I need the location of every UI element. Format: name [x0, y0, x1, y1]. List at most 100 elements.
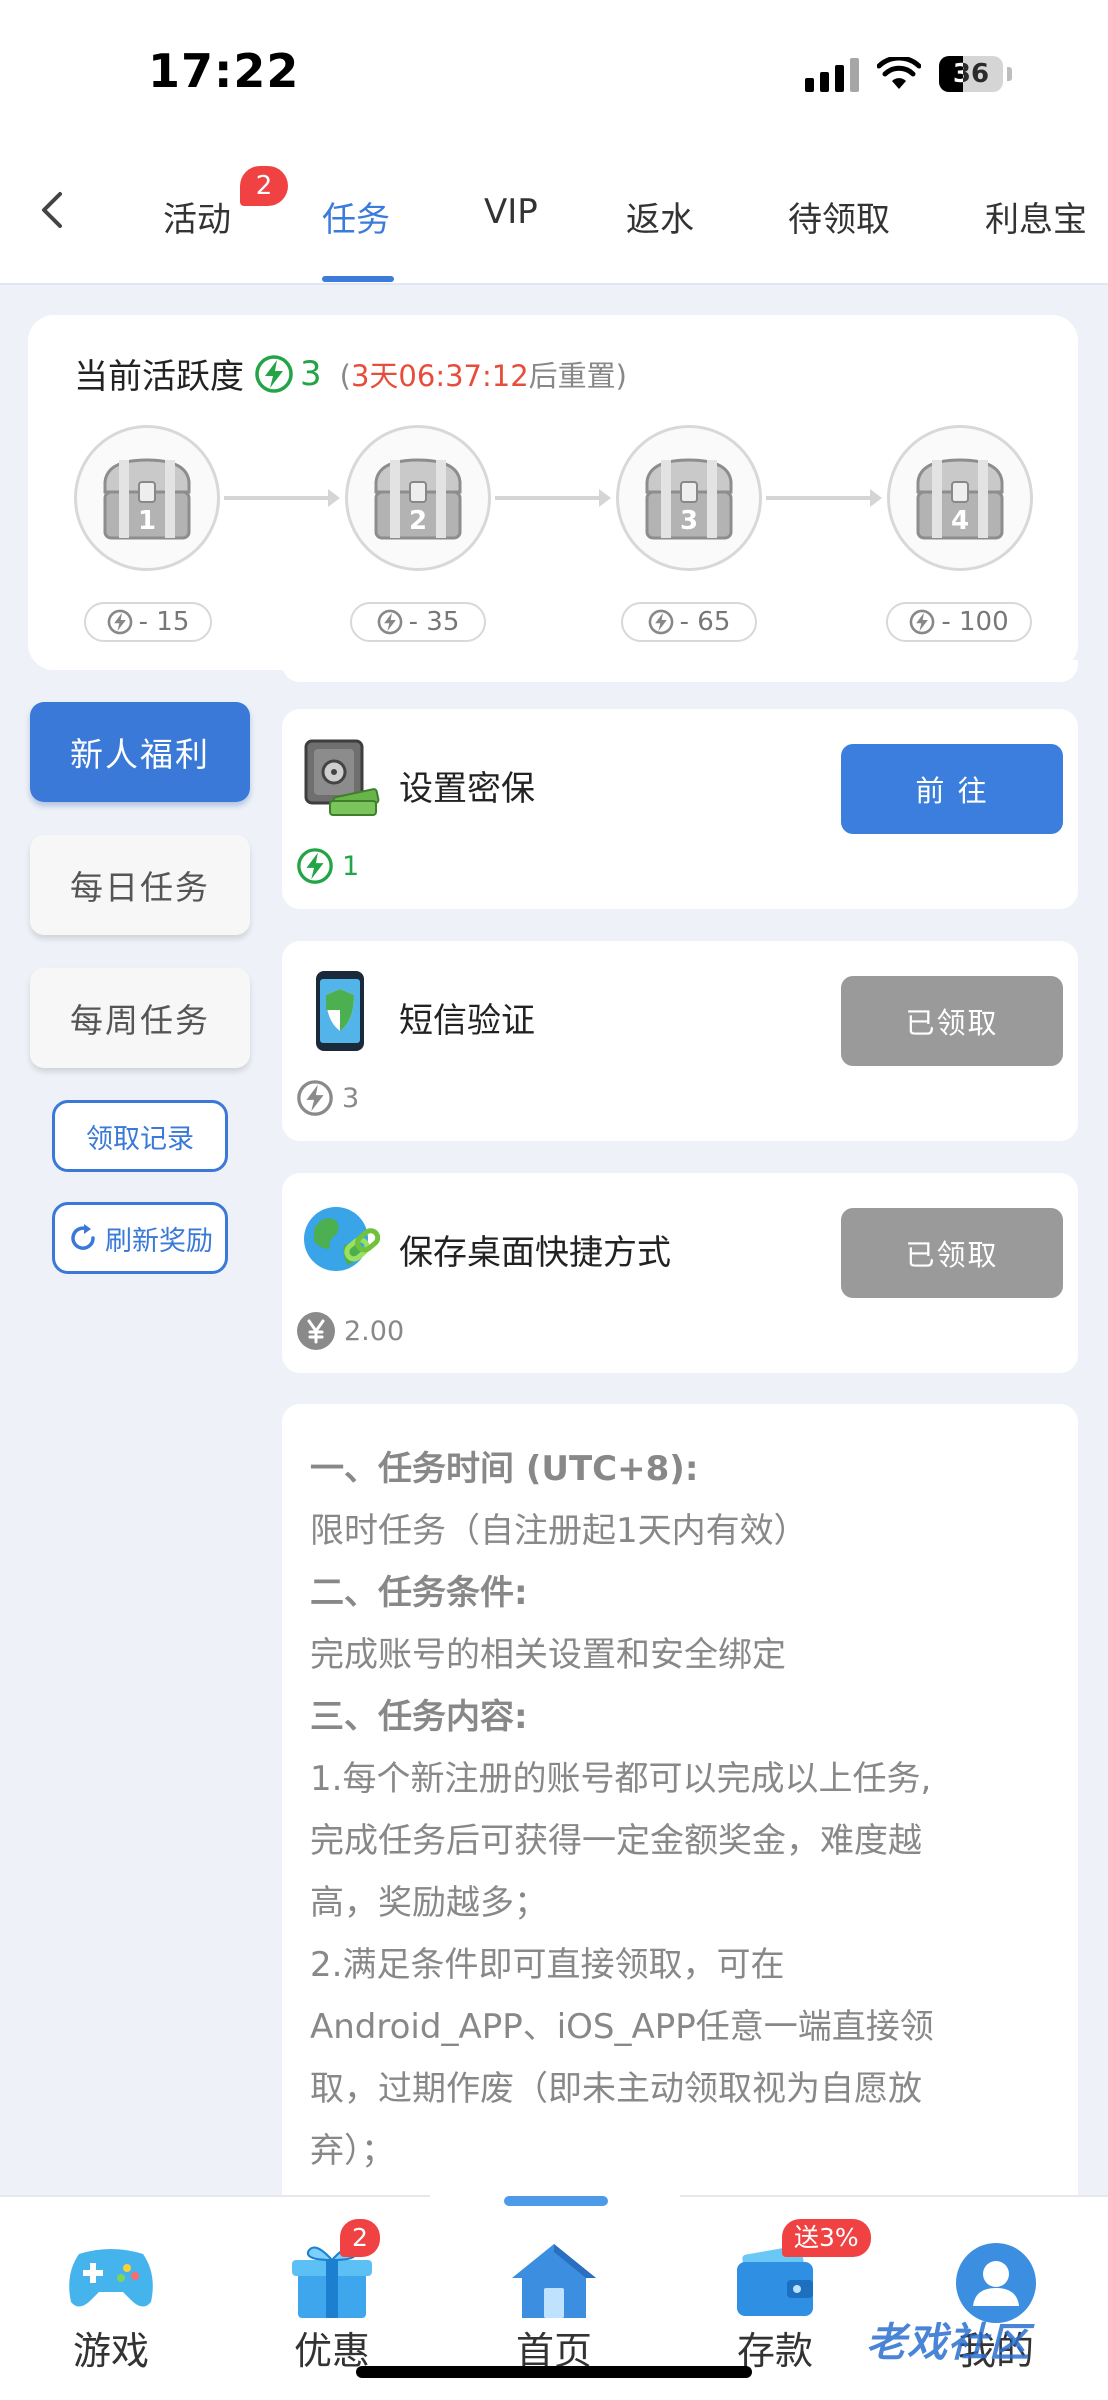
- watermark-logo: 老戏社区: [866, 2320, 1030, 2366]
- task-card-sms: 短信验证 已领取 3: [282, 941, 1078, 1141]
- bolt-icon: [910, 609, 935, 635]
- chest-2[interactable]: 2: [345, 425, 491, 571]
- menu-weekly-tasks[interactable]: 每周任务: [30, 968, 250, 1068]
- rules-heading: 一、任务时间 (UTC+8):: [310, 1449, 699, 1489]
- activity-reset: (3天06:37:12后重置): [340, 353, 627, 395]
- rules-line: Android_APP、iOS_APP任意一端直接领: [310, 2007, 934, 2047]
- task-reward: 2.00: [296, 1311, 404, 1351]
- chest-1[interactable]: 1: [74, 425, 220, 571]
- menu-daily-tasks[interactable]: 每日任务: [30, 835, 250, 935]
- rules-line: 2.满足条件即可直接领取，可在: [310, 1945, 785, 1985]
- refresh-label: 刷新奖励: [105, 1225, 213, 1257]
- battery-level: 36: [952, 59, 990, 89]
- progress-arrow: [766, 489, 882, 507]
- chest-number: 4: [950, 506, 970, 536]
- reset-countdown: 3天06:37:12: [350, 358, 529, 393]
- nav-home[interactable]: [484, 2240, 624, 2320]
- back-arrow-icon[interactable]: [34, 190, 74, 230]
- task-card-shortcut: 保存桌面快捷方式 已领取 2.00: [282, 1173, 1078, 1373]
- chest-cost-value: - 100: [941, 607, 1009, 637]
- scrolled-card-edge: [282, 660, 1078, 682]
- chest-cost-value: - 35: [408, 607, 460, 637]
- chest-icon: 4: [887, 425, 1033, 571]
- nav-games[interactable]: [41, 2240, 181, 2318]
- status-icons: 36: [805, 54, 1012, 94]
- task-reward-value: 1: [342, 850, 360, 882]
- bolt-icon: [297, 1080, 333, 1116]
- chest-icon: 2: [345, 425, 491, 571]
- chest-3[interactable]: 3: [616, 425, 762, 571]
- bolt-icon: [648, 609, 673, 635]
- tab-bar: 活动 2 任务 VIP 返水 待领取 利息宝: [0, 140, 1108, 285]
- gamepad-icon: [69, 2249, 153, 2307]
- bolt-icon: [377, 609, 402, 635]
- chest-number: 1: [137, 506, 157, 536]
- status-time: 17:22: [148, 44, 300, 98]
- safe-icon: [304, 739, 380, 816]
- yuan-coin-icon: [297, 1312, 335, 1350]
- task-reward: 1: [296, 847, 359, 885]
- chest-cost: - 100: [886, 602, 1032, 642]
- task-name: 设置密保: [399, 769, 535, 809]
- activity-header: 当前活跃度 3 (3天06:37:12后重置): [74, 349, 627, 398]
- tab-tasks[interactable]: 任务: [322, 192, 390, 241]
- phone-shield-icon: [316, 971, 364, 1051]
- go-button[interactable]: 前 往: [841, 744, 1063, 834]
- home-indicator: [356, 2366, 752, 2378]
- reset-suffix: 后重置): [528, 358, 627, 393]
- nav-deposit-badge: 送3%: [782, 2219, 871, 2257]
- tab-pending[interactable]: 待领取: [788, 192, 890, 241]
- status-bar: 17:22 36: [0, 0, 1108, 140]
- reset-open: (: [339, 358, 351, 393]
- nav-active-indicator: [504, 2196, 608, 2206]
- chest-cost: - 35: [350, 602, 486, 642]
- menu-newbie-welfare[interactable]: 新人福利: [30, 702, 250, 802]
- chest-4[interactable]: 4: [887, 425, 1033, 571]
- chest-icon: 1: [74, 425, 220, 571]
- tab-activity[interactable]: 活动: [163, 192, 231, 241]
- records-label: 领取记录: [86, 1123, 194, 1155]
- progress-arrow: [224, 489, 340, 507]
- tab-rebate[interactable]: 返水: [626, 192, 694, 241]
- activity-title: 当前活跃度: [74, 357, 244, 397]
- tab-vip[interactable]: VIP: [484, 192, 538, 232]
- chest-cost: - 15: [84, 602, 212, 642]
- rules-heading: 三、任务内容:: [310, 1697, 528, 1737]
- rules-line: 取，过期作废（即未主动领取视为自愿放: [310, 2069, 922, 2109]
- refresh-icon: [71, 1224, 95, 1250]
- records-button[interactable]: 领取记录: [52, 1100, 228, 1172]
- chest-number: 3: [679, 506, 699, 536]
- chest-cost-value: - 15: [138, 607, 190, 637]
- progress-arrow: [495, 489, 611, 507]
- chest-cost: - 65: [621, 602, 757, 642]
- nav-offers[interactable]: [262, 2240, 402, 2320]
- claimed-button[interactable]: 已领取: [841, 1208, 1063, 1298]
- rules-line: 高，奖励越多；: [310, 1883, 548, 1923]
- bolt-icon: [297, 848, 333, 884]
- task-name: 短信验证: [399, 1001, 535, 1041]
- bolt-icon: [107, 609, 132, 635]
- rules-heading: 二、任务条件:: [310, 1573, 528, 1613]
- claimed-button[interactable]: 已领取: [841, 976, 1063, 1066]
- refresh-rewards-button[interactable]: 刷新奖励: [52, 1202, 228, 1274]
- tab-interest[interactable]: 利息宝: [985, 192, 1087, 241]
- nav-games-label: 游戏: [72, 2329, 149, 2373]
- app-root: 17:22 36 活动 2 任务 VIP 返水 待领取 利息宝 当前活跃度 3 …: [0, 0, 1108, 2400]
- battery-icon: 36: [939, 56, 1003, 92]
- rules-line: 1.每个新注册的账号都可以完成以上任务,: [310, 1759, 932, 1799]
- signal-icon: [805, 56, 859, 92]
- tab-active-indicator: [322, 276, 394, 282]
- rules-line: 完成任务后可获得一定金额奖金，难度越: [310, 1821, 922, 1861]
- globe-link-icon: [304, 1207, 380, 1271]
- battery-tip: [1007, 67, 1012, 81]
- home-icon: [512, 2244, 596, 2318]
- chest-icon: 3: [616, 425, 762, 571]
- task-name: 保存桌面快捷方式: [399, 1233, 671, 1273]
- task-rules: 一、任务时间 (UTC+8): 限时任务（自注册起1天内有效） 二、任务条件: …: [282, 1404, 1078, 2204]
- task-reward-value: 2.00: [344, 1315, 405, 1347]
- tab-activity-badge: 2: [240, 166, 288, 206]
- activity-card: 当前活跃度 3 (3天06:37:12后重置) 1 2 3 4 - 15 - 3…: [28, 315, 1078, 670]
- task-card-security: 设置密保 前 往 1: [282, 709, 1078, 909]
- rules-line: 完成账号的相关设置和安全绑定: [310, 1635, 786, 1675]
- rules-line: 限时任务（自注册起1天内有效）: [310, 1511, 808, 1551]
